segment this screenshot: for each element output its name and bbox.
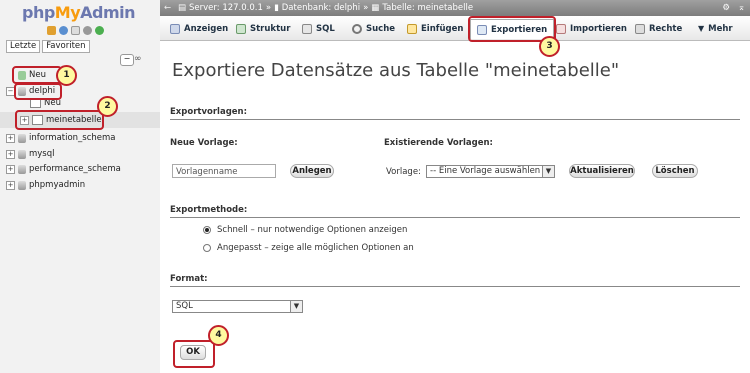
logout-icon[interactable] [59,26,68,35]
gear-icon[interactable]: ⚙ [722,0,730,16]
tab-sql[interactable]: SQL [302,19,335,38]
highlight-ok-button [173,340,215,368]
tab-browse[interactable]: Anzeigen [170,19,228,38]
annotation-badge-3: 3 [539,36,560,57]
tree-item-information-schema[interactable]: + information_schema [6,133,116,143]
breadcrumb-bar: ← ▤ Server: 127.0.0.1 » ▮ Datenbank: del… [160,0,750,16]
tab-more[interactable]: ▼ Mehr [698,19,733,38]
custom-export-radio[interactable] [203,244,211,252]
tree-item-label: phpmyadmin [29,180,86,190]
templates-heading: Exportvorlagen: [170,107,247,117]
tree-item-mysql[interactable]: + mysql [6,149,55,159]
tab-privileges[interactable]: Rechte [635,19,682,38]
database-icon: ▮ [274,3,279,13]
tab-structure[interactable]: Struktur [236,19,290,38]
format-heading: Format: [170,274,208,284]
divider [170,119,740,120]
tab-insert[interactable]: Einfügen [407,19,463,38]
main-tabs: Anzeigen Struktur SQL Suche Einfügen Exp… [160,16,750,41]
breadcrumb-separator: » [265,3,272,13]
new-template-label: Neue Vorlage: [170,138,238,148]
tab-import[interactable]: Importieren [556,19,627,38]
tab-favorites[interactable]: Favoriten [42,40,90,53]
annotation-badge-1: 1 [56,65,77,86]
quick-export-radio[interactable] [203,226,211,234]
breadcrumb-database[interactable]: Datenbank: delphi [282,0,360,16]
collapse-up-icon[interactable]: ⌅ [738,0,745,16]
server-icon: ▤ [178,3,187,13]
divider [170,286,740,287]
phpmyadmin-logo[interactable]: phpMyAdmin [22,3,136,22]
expand-icon[interactable]: + [6,133,15,143]
existing-templates-label: Existierende Vorlagen: [384,138,493,148]
database-icon [18,133,26,143]
annotation-badge-4: 4 [208,325,229,346]
link-with-main-icon[interactable]: ∞ [134,54,142,64]
breadcrumb-separator: » [363,3,369,13]
table-icon [170,23,180,34]
chevron-down-icon: ▼ [698,24,705,33]
database-icon [18,180,26,190]
create-template-button[interactable]: Anlegen [290,164,334,178]
tree-item-label: information_schema [29,133,116,143]
highlight-meinetabelle [15,110,104,130]
collapse-all-icon[interactable]: − [120,54,134,66]
format-select[interactable]: SQL ▼ [172,300,303,313]
highlight-delphi [14,83,62,100]
table-icon: ▦ [371,3,380,13]
chevron-down-icon: ▼ [290,301,302,312]
chevron-down-icon: ▼ [542,166,554,177]
highlight-new [12,66,62,84]
reload-icon[interactable] [95,26,104,35]
back-arrow-icon[interactable]: ← [164,0,171,16]
insert-icon [407,23,417,34]
delete-template-button[interactable]: Löschen [652,164,698,178]
import-icon [556,23,566,34]
breadcrumb: ▤ Server: 127.0.0.1 » ▮ Datenbank: delph… [178,0,473,16]
tab-search[interactable]: Suche [352,19,395,38]
breadcrumb-server[interactable]: Server: 127.0.0.1 [189,0,263,16]
home-icon[interactable] [47,26,56,35]
divider [170,217,740,218]
sql-icon [302,23,312,34]
quick-export-label[interactable]: Schnell – nur notwendige Optionen anzeig… [217,225,407,235]
navigation-sidebar: phpMyAdmin Letzte Favoriten − ∞ Neu − de… [0,0,161,373]
sidebar-toolbar [47,26,104,35]
database-icon [18,149,26,159]
gear-icon[interactable] [83,26,92,35]
database-icon [18,164,26,174]
template-select[interactable]: -- Eine Vorlage auswählen -- ▼ [426,165,555,178]
recent-favorites-tabs: Letzte Favoriten [6,40,92,53]
page-title: Exportiere Datensätze aus Tabelle "meine… [172,60,620,81]
export-panel: Exportiere Datensätze aus Tabelle "meine… [160,41,750,373]
custom-export-label[interactable]: Angepasst – zeige alle möglichen Optione… [217,243,414,253]
tree-item-phpmyadmin[interactable]: + phpmyadmin [6,180,85,190]
tab-recent[interactable]: Letzte [6,40,41,53]
template-label: Vorlage: [386,167,421,177]
tree-item-label: performance_schema [29,164,121,174]
structure-icon [236,23,246,34]
tree-item-performance-schema[interactable]: + performance_schema [6,164,121,174]
tree-item-label: mysql [29,149,55,159]
update-template-button[interactable]: Aktualisieren [569,164,635,178]
expand-icon[interactable]: + [6,164,15,174]
search-icon [352,23,362,34]
breadcrumb-table[interactable]: Tabelle: meinetabelle [382,0,473,16]
expand-icon[interactable]: + [6,180,15,190]
rights-icon [635,23,645,34]
annotation-badge-2: 2 [97,96,118,117]
expand-icon[interactable]: + [6,149,15,159]
export-method-heading: Exportmethode: [170,205,248,215]
template-name-input[interactable]: Vorlagenname [172,164,276,178]
docs-icon[interactable] [71,26,80,35]
